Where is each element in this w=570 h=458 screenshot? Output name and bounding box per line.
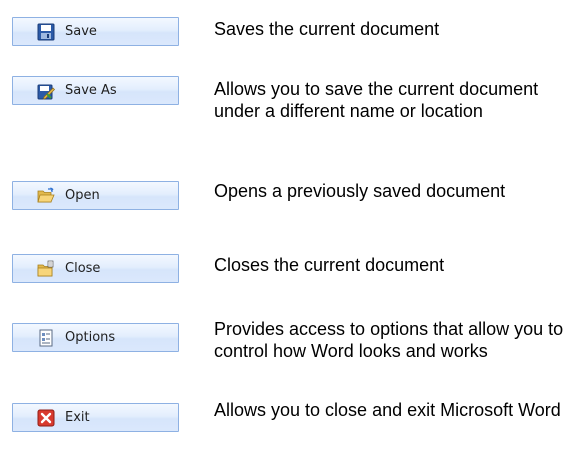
save-as-button-label: Save As <box>65 83 117 98</box>
open-button-label: Open <box>65 188 100 203</box>
floppy-disk-icon <box>37 23 55 41</box>
options-document-icon <box>37 329 55 347</box>
options-button[interactable]: Options <box>12 323 179 352</box>
close-folder-icon <box>37 260 55 278</box>
save-as-button[interactable]: Save As <box>12 76 179 105</box>
open-button[interactable]: Open <box>12 181 179 210</box>
options-button-label: Options <box>65 330 116 345</box>
close-button-label: Close <box>65 261 101 276</box>
save-button-label: Save <box>65 24 97 39</box>
save-description: Saves the current document <box>214 19 440 39</box>
save-as-description: Allows you to save the current document … <box>214 79 539 121</box>
open-description: Opens a previously saved document <box>214 181 506 201</box>
open-folder-icon <box>37 186 55 205</box>
options-description: Provides access to options that allow yo… <box>214 319 564 361</box>
close-button[interactable]: Close <box>12 254 179 283</box>
save-button[interactable]: Save <box>12 17 179 46</box>
save-as-icon <box>37 82 55 100</box>
close-description: Closes the current document <box>214 255 445 275</box>
exit-button[interactable]: Exit <box>12 403 179 432</box>
exit-button-label: Exit <box>65 410 90 425</box>
exit-icon <box>37 409 55 427</box>
exit-description: Allows you to close and exit Microsoft W… <box>214 400 561 420</box>
